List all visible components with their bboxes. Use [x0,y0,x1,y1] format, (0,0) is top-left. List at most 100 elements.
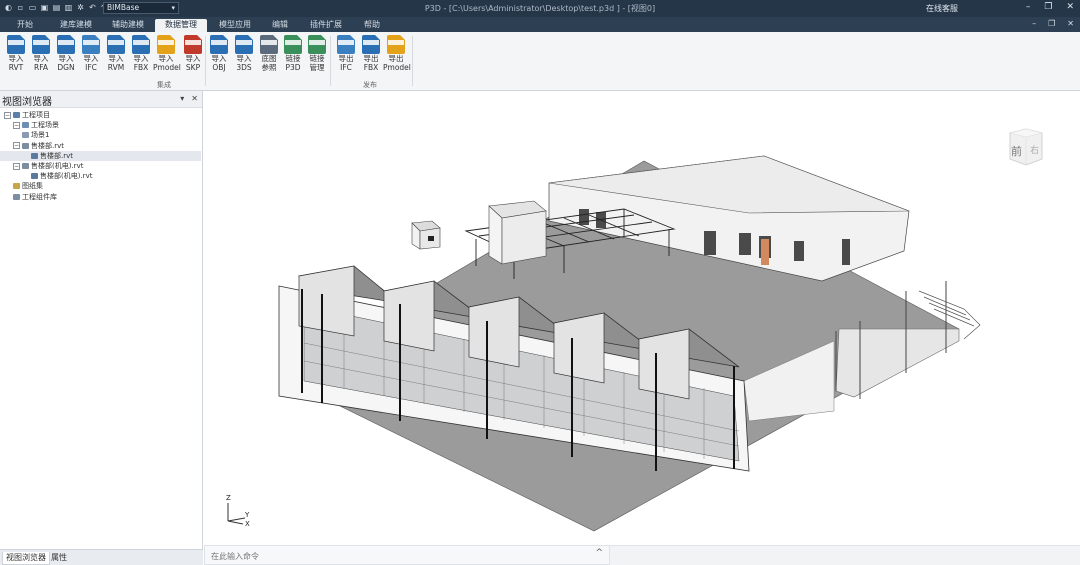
door [761,239,769,265]
import-rfa-icon [32,35,50,54]
collapse-toggle-icon[interactable]: − [13,162,20,170]
button-label: 链接 [285,54,301,63]
command-input[interactable] [211,550,571,562]
import-3ds-button[interactable]: 导入 3DS [231,35,257,79]
button-label: Pmodel [383,63,411,72]
axis-triad: Z Y X [218,494,258,530]
button-label: 导入 [236,54,252,63]
button-label: RVM [107,63,125,72]
import-pmodel-button[interactable]: 导入 Pmodel [153,35,181,79]
restore-icon[interactable]: ❐ [1044,2,1052,12]
button-label: 导入 [158,54,174,63]
panel-menu-icon[interactable]: ▾ [180,94,184,103]
tree-item[interactable]: − 工程场景 [0,120,201,130]
group-label-integration: 集成 [157,81,171,89]
chevron-up-icon[interactable]: ^ [595,548,603,558]
axis-triad-icon [227,503,246,525]
window-title: P3D - [C:\Users\Administrator\Desktop\te… [424,4,656,13]
tab-library-modeling[interactable]: 建库建模 [56,19,96,32]
button-label: RVT [8,63,24,72]
link-manage-icon [308,35,326,54]
export-ifc-button[interactable]: 导出 IFC [333,35,359,79]
tree-item[interactable]: 售楼部.rvt [0,150,201,161]
import-rfa-button[interactable]: 导入 RFA [28,35,54,79]
restore-icon[interactable]: ❐ [1048,19,1055,28]
button-label: 导入 [58,54,74,63]
import-3ds-icon [235,35,253,54]
building-model [278,155,981,532]
tree-item-label: 售楼部.rvt [31,141,64,150]
link-manage-button[interactable]: 链接 管理 [304,35,330,79]
tab-model-application[interactable]: 模型应用 [214,19,256,32]
tree-item-label: 工程组件库 [22,192,57,201]
view-cube-right-label: 右 [1030,146,1040,156]
tree-item[interactable]: 售楼部(机电).rvt [0,171,201,181]
3d-viewport[interactable]: 前 右 Z Y X [204,91,1080,544]
button-label: 导出 [338,54,354,63]
import-pmodel-icon [157,35,175,54]
tab-start[interactable]: 开始 [10,19,40,32]
minimize-icon[interactable]: – [1032,19,1036,28]
collapse-toggle-icon[interactable]: − [4,111,11,119]
button-label: P3D [285,63,301,72]
tree-item-label: 售楼部(机电).rvt [31,162,84,170]
button-label: IFC [340,63,352,72]
import-skp-button[interactable]: 导入 SKP [180,35,206,79]
button-label: 导入 [185,54,201,63]
view-browser-panel: 视图浏览器 ▾ ✕ − 工程项目 − 工程场景 场景1− 售楼部.rvt 售楼部.rvt − 售… [0,91,203,549]
document-window-controls: – ❐ ✕ [1032,19,1074,28]
ribbon: 导入 RVT 导入 RFA 导入 DGN 导入 IFC 导入 RVM 导入 FBX 导入 Pmodel 导入… [0,32,1080,91]
import-skp-icon [184,35,202,54]
underlay-reference-button[interactable]: 底图 参照 [256,35,282,79]
close-icon[interactable]: ✕ [1067,19,1074,28]
tree-item[interactable]: 图纸集 [0,181,201,191]
button-label: 导入 [8,54,24,63]
group-divider [205,36,206,86]
online-service-link[interactable]: 在线客服 [926,3,958,14]
tab-data-management[interactable]: 数据管理 [155,19,207,32]
tab-help[interactable]: 帮助 [358,19,386,32]
command-bar: ^ [204,545,610,565]
export-pmodel-button[interactable]: 导出 Pmodel [383,35,411,79]
import-fbx-icon [132,35,150,54]
panel-controls: ▾ ✕ [180,94,198,103]
button-label: FBX [133,63,149,72]
roof-box [501,210,547,265]
import-rvm-button[interactable]: 导入 RVM [103,35,129,79]
tree-item[interactable]: 场景1 [0,130,201,140]
tab-aux-modeling[interactable]: 辅助建模 [108,19,148,32]
tab-properties[interactable]: 属性 [48,552,70,565]
import-fbx-button[interactable]: 导入 FBX [128,35,154,79]
group-divider [412,36,413,86]
export-fbx-button[interactable]: 导出 FBX [358,35,384,79]
tree-node-icon [22,122,29,129]
import-ifc-button[interactable]: 导入 IFC [78,35,104,79]
tree-item[interactable]: 工程组件库 [0,192,201,202]
button-label: Pmodel [153,63,181,72]
button-label: FBX [363,63,379,72]
collapse-toggle-icon[interactable]: − [13,142,20,150]
tree-item-label: 售楼部.rvt [40,151,73,160]
tree-node-icon [22,142,29,149]
vent-icon [428,236,434,241]
link-p3d-button[interactable]: 链接 P3D [280,35,306,79]
tree-item[interactable]: − 售楼部.rvt [0,141,201,151]
import-rvt-button[interactable]: 导入 RVT [3,35,29,79]
collapse-toggle-icon[interactable]: − [13,121,20,129]
close-icon[interactable]: ✕ [1066,2,1074,12]
import-dgn-button[interactable]: 导入 DGN [53,35,79,79]
import-obj-button[interactable]: 导入 OBJ [206,35,232,79]
close-icon[interactable]: ✕ [191,94,198,103]
tab-plugins[interactable]: 插件扩展 [306,19,346,32]
tree-item[interactable]: − 售楼部(机电).rvt [0,161,201,171]
tree-item-label: 图纸集 [22,182,43,191]
minimize-icon[interactable]: – [1026,2,1031,12]
view-cube[interactable]: 前 右 [1004,125,1046,167]
tree-item[interactable]: − 工程项目 [0,110,201,120]
import-rvt-icon [7,35,25,54]
tree-item-label: 场景1 [31,131,50,140]
tab-edit[interactable]: 编辑 [266,19,294,32]
tab-view-browser[interactable]: 视图浏览器 [2,552,50,565]
button-label: 链接 [309,54,325,63]
export-ifc-icon [337,35,355,54]
